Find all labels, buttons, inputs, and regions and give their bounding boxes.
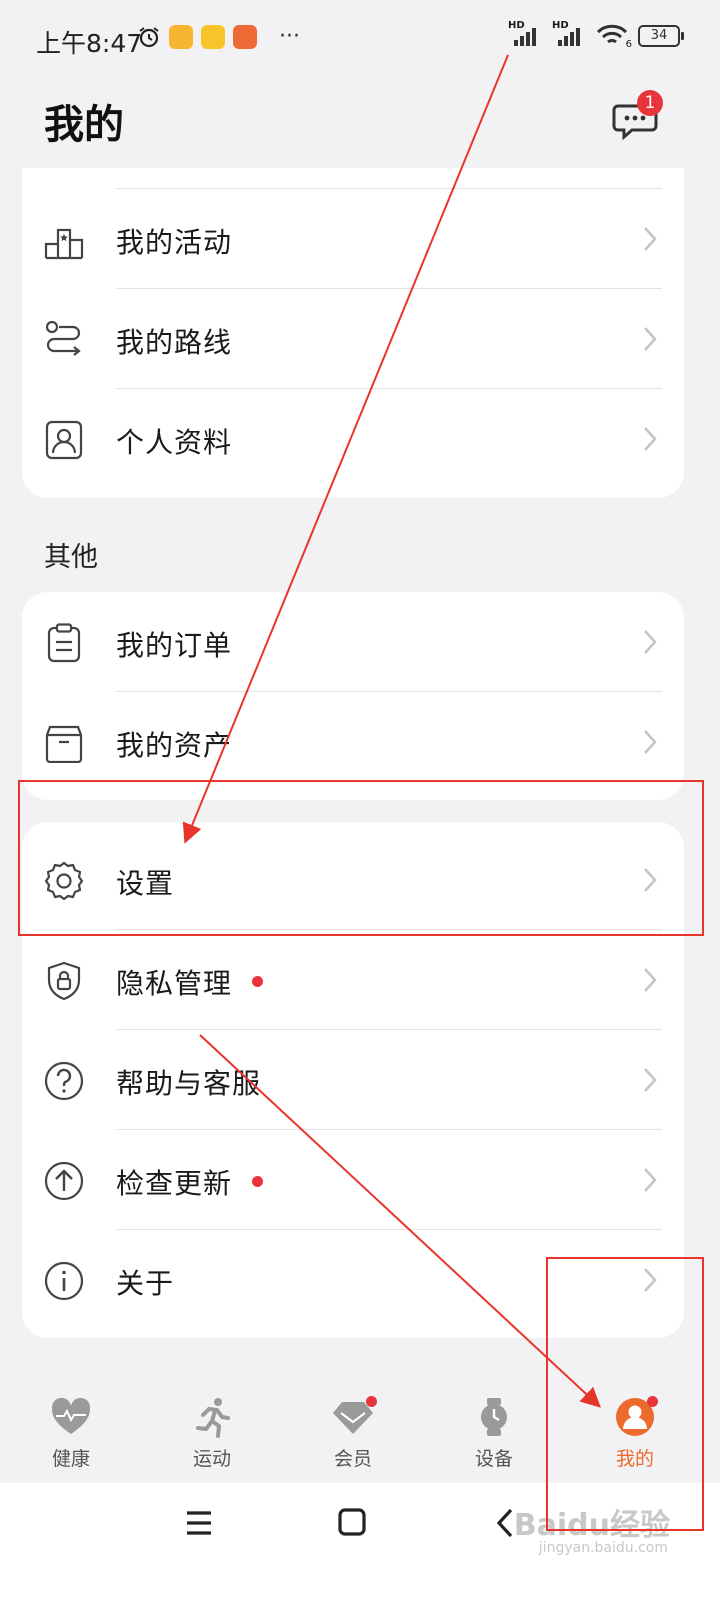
annotation-arrows bbox=[182, 54, 601, 1408]
annotation-arrow-to-me-tab bbox=[199, 1034, 601, 1408]
annotation-arrow-to-settings bbox=[182, 54, 509, 844]
